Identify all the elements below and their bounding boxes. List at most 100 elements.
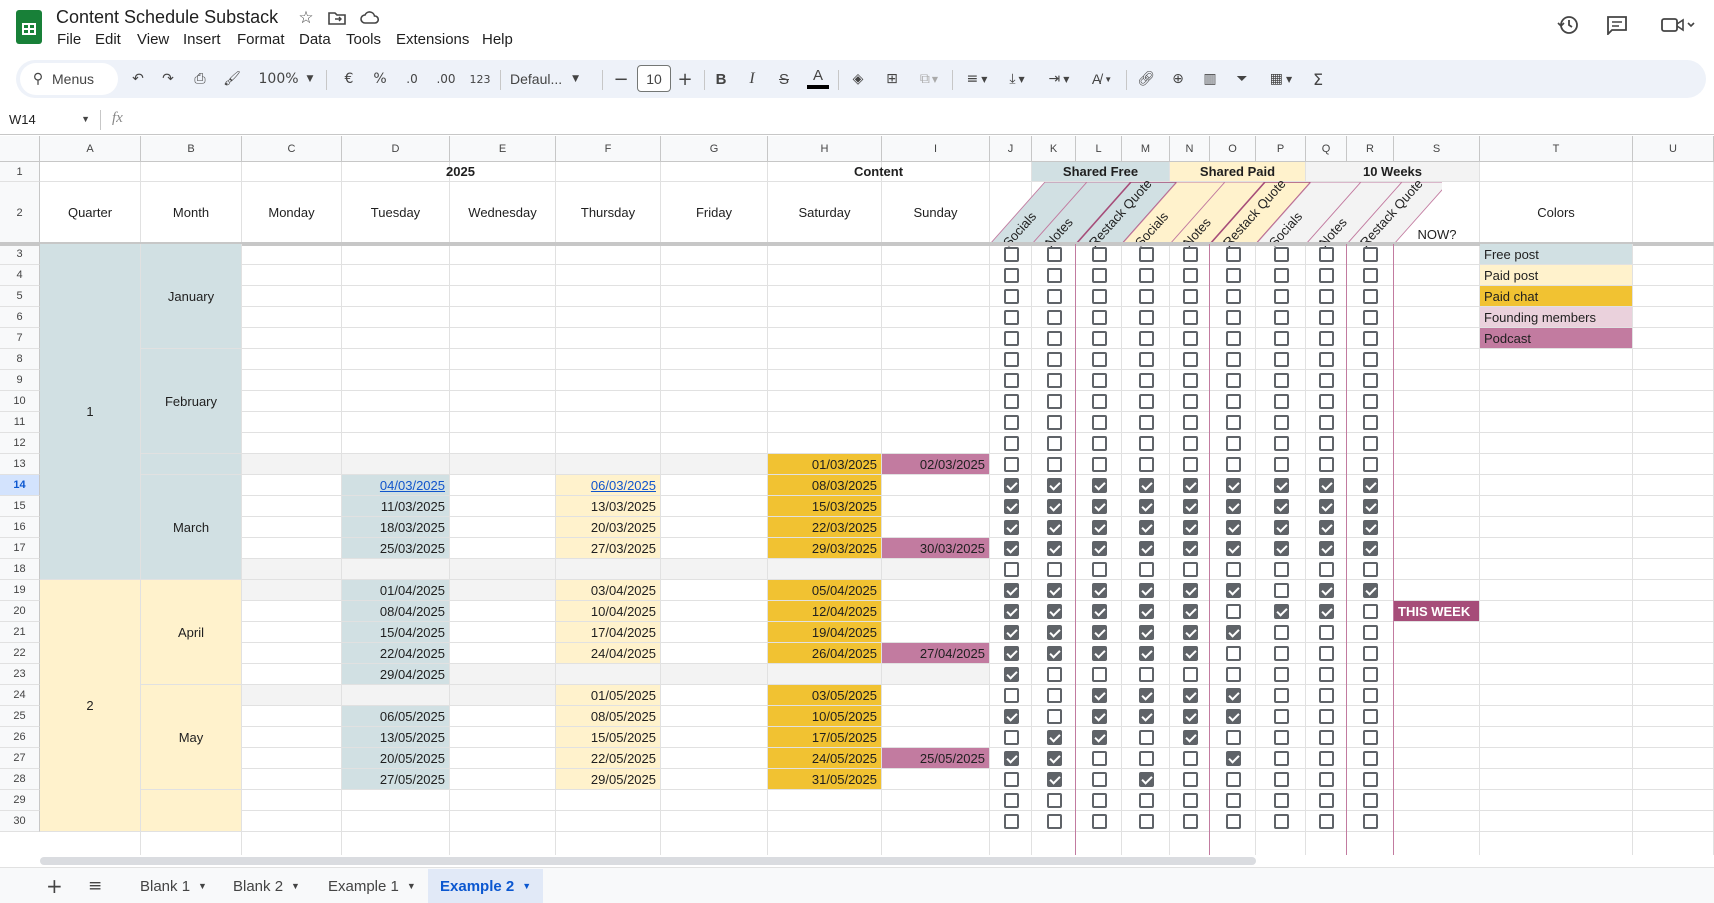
empty-cell[interactable] [450,685,556,706]
month-february-cell[interactable]: February [141,349,242,454]
row-header[interactable]: 4 [0,265,40,286]
checkbox[interactable] [1047,478,1062,493]
checkbox[interactable] [1183,268,1198,283]
checkbox[interactable] [1274,667,1289,682]
checkbox[interactable] [1183,793,1198,808]
checkbox[interactable] [1274,457,1289,472]
checkbox[interactable] [1274,709,1289,724]
year-header[interactable]: 2025 [40,162,882,182]
checkbox[interactable] [1139,562,1154,577]
checkbox[interactable] [1274,310,1289,325]
checkbox[interactable] [1226,562,1241,577]
row-header[interactable]: 3 [0,244,40,265]
checkbox[interactable] [1004,331,1019,346]
checkbox[interactable] [1183,289,1198,304]
checkbox[interactable] [1092,436,1107,451]
checkbox[interactable] [1319,478,1334,493]
checkbox[interactable] [1274,499,1289,514]
font-size-input[interactable]: 10 [637,65,671,92]
shared-paid-header[interactable]: Shared Paid [1170,162,1306,182]
saturday-date-cell[interactable]: 03/05/2025 [768,685,882,706]
checkbox[interactable] [1274,793,1289,808]
sunday-date-cell[interactable]: 25/05/2025 [882,748,990,769]
checkbox[interactable] [1004,772,1019,787]
checkbox[interactable] [1092,583,1107,598]
checkbox[interactable] [1226,499,1241,514]
checkbox[interactable] [1319,793,1334,808]
checkbox[interactable] [1139,730,1154,745]
saturday-date-cell[interactable]: 24/05/2025 [768,748,882,769]
checkbox[interactable] [1226,520,1241,535]
saturday-date-cell[interactable]: 17/05/2025 [768,727,882,748]
empty-cell[interactable] [882,664,990,685]
empty-cell[interactable] [661,454,768,475]
empty-cell[interactable] [242,454,342,475]
checkbox[interactable] [1363,772,1378,787]
checkbox[interactable] [1092,247,1107,262]
checkbox[interactable] [1004,394,1019,409]
checkbox[interactable] [1274,394,1289,409]
ten-weeks-header[interactable]: 10 Weeks [1306,162,1480,182]
legend-item[interactable]: Paid post [1480,265,1633,286]
tuesday-date-cell[interactable]: 15/04/2025 [342,622,450,643]
checkbox[interactable] [1047,310,1062,325]
filter-icon[interactable]: ⏷ [1230,67,1254,91]
checkbox[interactable] [1363,247,1378,262]
checkbox[interactable] [1139,709,1154,724]
increase-decimal-button[interactable]: .00 [431,67,461,91]
checkbox[interactable] [1092,667,1107,682]
checkbox[interactable] [1004,268,1019,283]
column-header-m[interactable]: M [1122,136,1170,162]
checkbox[interactable] [1274,604,1289,619]
checkbox[interactable] [1226,730,1241,745]
thursday-date-cell[interactable]: 15/05/2025 [556,727,661,748]
column-header-r[interactable]: R [1347,136,1394,162]
horizontal-scrollbar[interactable] [40,857,1256,865]
saturday-date-cell[interactable]: 10/05/2025 [768,706,882,727]
checkbox[interactable] [1319,646,1334,661]
row-header[interactable]: 27 [0,748,40,769]
checkbox[interactable] [1226,310,1241,325]
checkbox[interactable] [1004,352,1019,367]
checkbox[interactable] [1092,814,1107,829]
row-header[interactable]: 10 [0,391,40,412]
checkbox[interactable] [1047,709,1062,724]
checkbox[interactable] [1274,352,1289,367]
saturday-date-cell[interactable]: 31/05/2025 [768,769,882,790]
empty-cell[interactable] [556,559,661,580]
empty-cell[interactable] [242,685,342,706]
menu-data[interactable]: Data [299,31,331,48]
checkbox[interactable] [1274,268,1289,283]
checkbox[interactable] [1274,520,1289,535]
checkbox[interactable] [1274,247,1289,262]
thursday-date-cell[interactable]: 22/05/2025 [556,748,661,769]
checkbox[interactable] [1092,646,1107,661]
checkbox[interactable] [1092,793,1107,808]
checkbox[interactable] [1363,289,1378,304]
month-april-cell[interactable]: April [141,580,242,685]
checkbox[interactable] [1226,625,1241,640]
checkbox[interactable] [1319,394,1334,409]
checkbox[interactable] [1092,415,1107,430]
checkbox[interactable] [1319,247,1334,262]
currency-format-button[interactable]: € [338,67,360,91]
decrease-font-size-icon[interactable]: − [610,67,632,91]
month-march-cell[interactable]: March [141,475,242,580]
checkbox[interactable] [1004,814,1019,829]
percent-format-button[interactable]: % [369,67,391,91]
row-header[interactable]: 17 [0,538,40,559]
checkbox[interactable] [1363,583,1378,598]
checkbox[interactable] [1004,604,1019,619]
checkbox[interactable] [1319,814,1334,829]
checkbox[interactable] [1047,541,1062,556]
star-icon[interactable]: ☆ [296,8,316,28]
checkbox[interactable] [1363,688,1378,703]
checkbox[interactable] [1226,415,1241,430]
sheet-tab-example-1[interactable]: Example 1 ▼ [328,869,416,903]
empty-cell[interactable] [242,580,342,601]
thursday-date-cell[interactable]: 10/04/2025 [556,601,661,622]
column-header-s[interactable]: S [1394,136,1480,162]
saturday-date-cell[interactable]: 26/04/2025 [768,643,882,664]
column-header-p[interactable]: P [1256,136,1306,162]
checkbox[interactable] [1183,520,1198,535]
